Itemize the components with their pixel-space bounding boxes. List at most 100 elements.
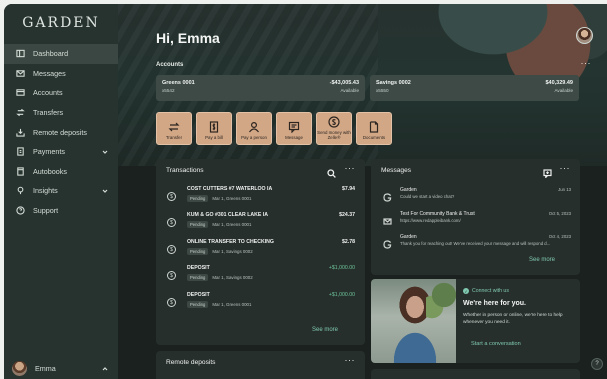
message-date: Jun 13 [558,187,571,192]
accounts-heading: Accounts [156,62,184,68]
logo: GARDEN [22,15,100,31]
dollar-icon: $ [167,298,176,307]
sidebar-item-payments[interactable]: Payments [4,142,118,162]
sidebar-item-label: Autobooks [33,166,67,176]
transaction-amount: +$1,000.00 [328,265,355,271]
search-icon[interactable] [327,165,336,178]
table-row[interactable]: $ DEPOSIT Pending Mar 1, Savings 0002 +$1… [165,265,355,285]
garden-g-icon [383,236,392,249]
compose-icon[interactable] [543,165,552,179]
table-row[interactable]: $ KUM & GO #301 CLEAR LAKE IA Pending Mar… [165,212,355,232]
account-card[interactable]: Greens 0001 x5542 -$43,005.43 Available [156,75,365,101]
sidebar-item-remote-deposits[interactable]: Remote deposits [4,122,118,142]
dollar-icon: $ [167,245,176,254]
messages-more-button[interactable]: ··· [560,163,571,173]
transactions-title: Transactions [166,167,204,174]
help-button[interactable]: ? [591,358,603,370]
sidebar-item-dashboard[interactable]: Dashboard [4,44,118,64]
list-item[interactable]: Garden Thank you for reaching out! We've… [381,234,571,258]
transaction-amount: +$1,000.00 [328,292,355,298]
promo-photo [371,279,456,363]
zelle-button[interactable]: Send money with Zelle® [316,112,352,145]
messages-title: Messages [381,167,412,174]
remote-deposits-more-button[interactable]: ··· [345,355,356,365]
remote-deposits-title: Remote deposits [166,359,216,366]
chat-icon: ✓ [463,288,469,294]
autobooks-icon [14,166,26,176]
account-name: Savings 0002 [376,80,411,86]
promo-body: Whether in person or online, we're here … [463,313,563,325]
message-sender: Test For Community Bank & Trust [400,211,475,217]
zelle-icon [328,115,340,128]
transaction-meta: Mar 1, Savings 0002 [212,275,253,280]
messages-card: Messages ··· Garden Could we start a vid… [371,159,580,275]
sidebar-item-autobooks[interactable]: Autobooks [4,162,118,182]
accounts-more-button[interactable]: ··· [581,58,592,68]
start-conversation-link[interactable]: Start a conversation [471,341,521,347]
bill-icon [208,120,220,133]
table-row[interactable]: $ ONLINE TRANSFER TO CHECKING Pending Mar… [165,239,355,259]
sidebar-item-label: Messages [33,68,66,78]
status-badge: Pending [187,301,209,308]
messages-see-more-link[interactable]: See more [529,257,555,263]
dashboard-icon [14,49,26,59]
status-badge: Pending [187,221,209,228]
account-balance: $40,329.49 [545,80,573,86]
user-menu[interactable]: Emma [4,357,118,379]
transaction-meta: Mar 1, Greens 0001 [212,222,252,227]
sidebar-item-insights[interactable]: Insights [4,181,118,201]
list-item[interactable]: Test For Community Bank & Trust https://… [381,211,571,235]
sidebar-item-accounts[interactable]: Accounts [4,83,118,103]
transaction-description: KUM & GO #301 CLEAR LAKE IA [187,212,268,218]
transaction-meta: Mar 1, Greens 0001 [212,196,252,201]
partial-card [371,369,580,379]
status-badge: Pending [187,195,209,202]
chevron-down-icon [102,148,108,154]
insights-icon [14,186,26,196]
list-item[interactable]: Garden Could we start a video chat? Jun … [381,187,571,211]
avatar [12,360,27,376]
sidebar-item-label: Dashboard [33,49,69,59]
table-row[interactable]: $ DEPOSIT Pending Mar 1, Greens 0001 +$1,… [165,292,355,312]
page-title: Hi, Emma [156,30,220,46]
sidebar-item-label: Support [33,206,59,216]
transaction-description: DEPOSIT [187,292,210,298]
transaction-amount: $7.94 [342,186,355,192]
sidebar-item-label: Insights [33,186,58,196]
account-status: Available [340,88,359,93]
dollar-icon: $ [167,271,176,280]
sidebar-item-transfers[interactable]: Transfers [4,103,118,123]
transfer-button[interactable]: Transfer [156,112,192,145]
sidebar-item-support[interactable]: Support [4,201,118,221]
payments-icon [14,147,26,157]
message-date: Oct 5, 2023 [548,211,571,216]
sidebar-item-label: Remote deposits [33,127,87,137]
sidebar-item-messages[interactable]: Messages [4,64,118,84]
account-card[interactable]: Savings 0002 x5550 $40,329.49 Available [370,75,579,101]
dollar-icon: $ [167,192,176,201]
message-sender: Garden [400,234,417,240]
transaction-meta: Mar 1, Greens 0001 [212,302,252,307]
account-number: x5550 [376,88,389,93]
mail-icon [383,213,392,225]
documents-button[interactable]: Documents [356,112,392,145]
message-button[interactable]: Message [276,112,312,145]
message-preview: https://www.redappleibank.com/ [400,218,461,223]
transactions-see-more-link[interactable]: See more [312,327,338,333]
transaction-amount: $24.37 [339,212,355,218]
dollar-icon: $ [167,218,176,227]
transactions-card: Transactions ··· $ COST CUTTERS #7 WATER… [156,159,365,345]
sidebar-nav: Dashboard Messages Accounts Transfers Re… [4,44,118,220]
chevron-up-icon [102,365,108,374]
account-balance: -$43,005.43 [329,80,359,86]
account-number: x5542 [162,88,175,93]
message-sender: Garden [400,187,417,193]
profile-avatar[interactable] [576,27,593,44]
transaction-meta: Mar 1, Savings 0002 [212,249,253,254]
deposit-icon [14,127,26,137]
table-row[interactable]: $ COST CUTTERS #7 WATERLOO IA Pending Mar… [165,186,355,206]
transaction-description: COST CUTTERS #7 WATERLOO IA [187,186,273,192]
pay-person-button[interactable]: Pay a person [236,112,272,145]
transactions-more-button[interactable]: ··· [345,163,356,173]
pay-bill-button[interactable]: Pay a bill [196,112,232,145]
